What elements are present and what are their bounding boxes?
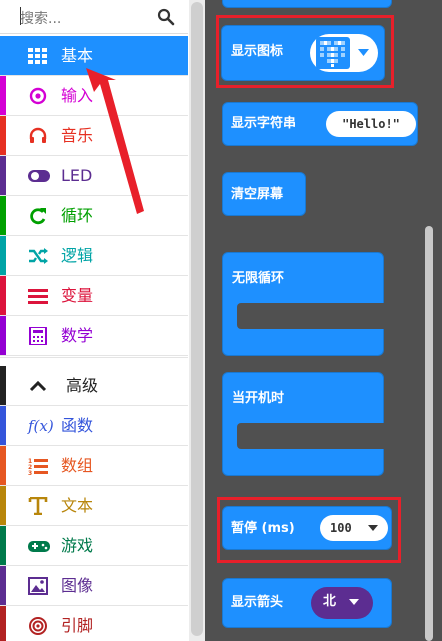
annotation-arrow — [86, 68, 144, 214]
